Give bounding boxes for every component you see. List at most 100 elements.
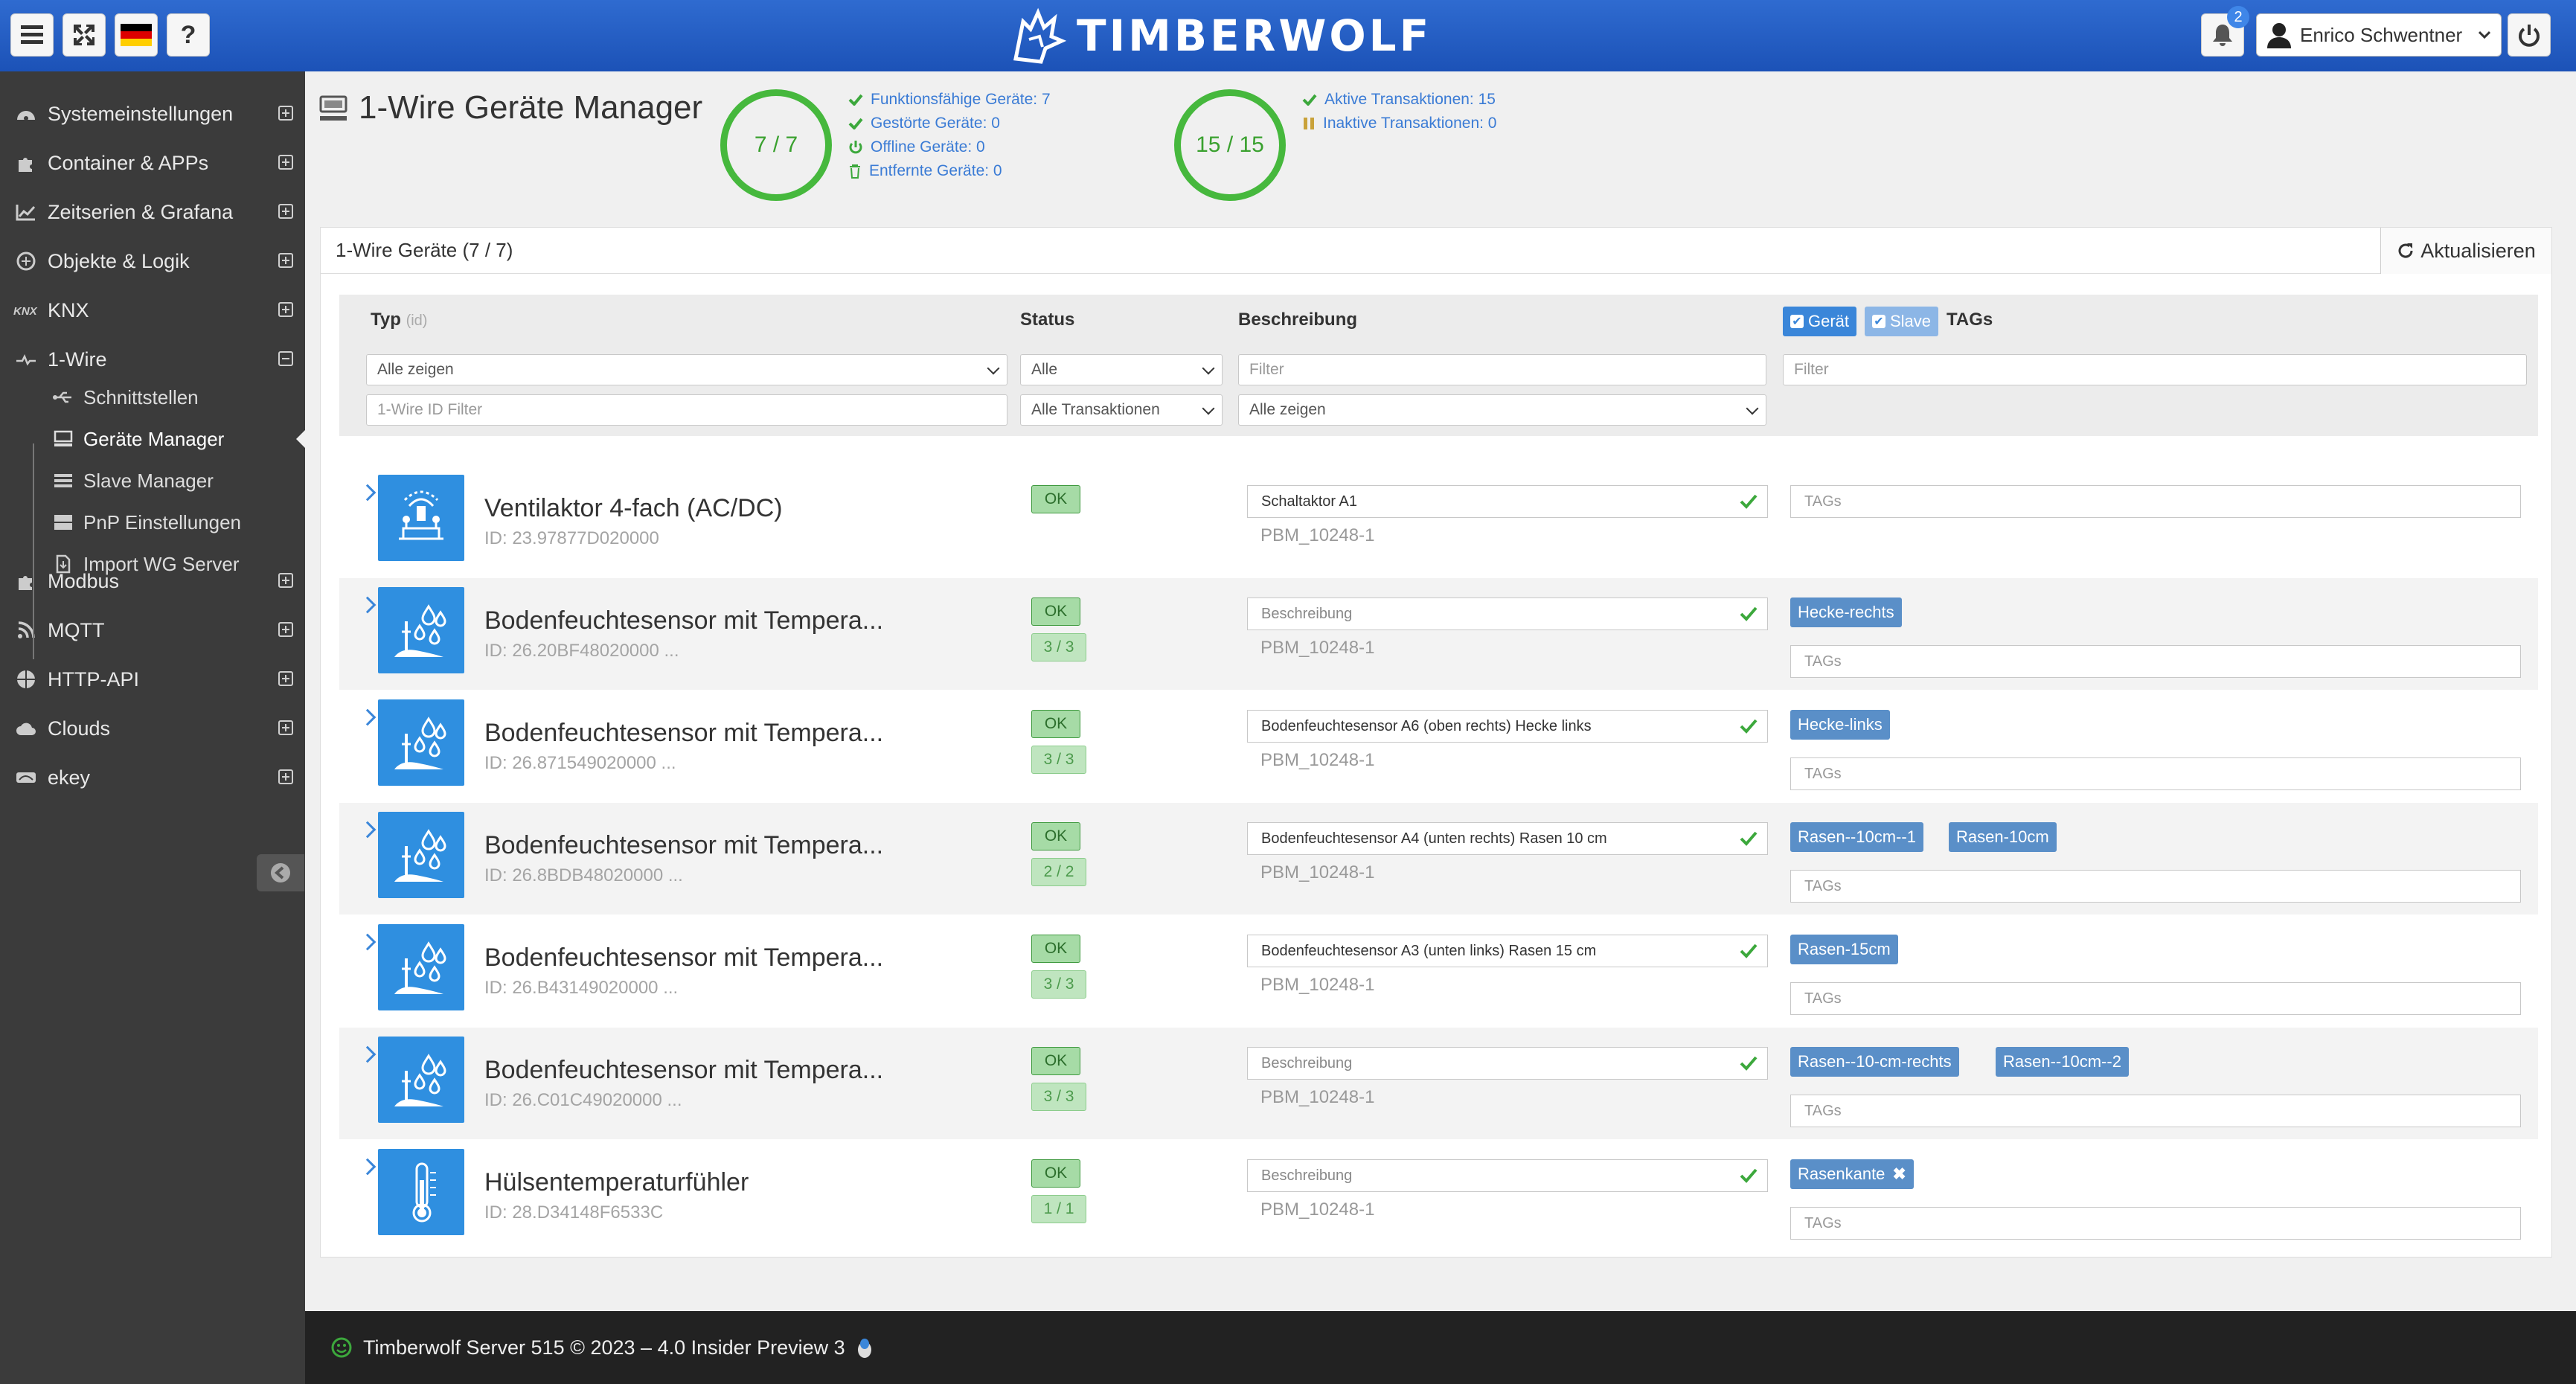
sidebar-item-label: Clouds <box>48 717 111 740</box>
user-icon <box>2267 23 2291 48</box>
desc-select[interactable]: Alle zeigen <box>1238 394 1766 426</box>
active-indicator <box>296 430 305 448</box>
soil-moisture-icon <box>378 587 464 673</box>
sidebar-item-http-api[interactable]: HTTP-API <box>0 655 305 704</box>
expand-row-icon[interactable] <box>359 821 377 839</box>
description-input[interactable]: Bodenfeuchtesensor A3 (unten links) Rase… <box>1247 935 1768 967</box>
slave-checkbox[interactable]: ✔ Slave <box>1865 307 1939 336</box>
tags-input[interactable]: TAGs <box>1790 757 2521 790</box>
check-icon <box>1740 1056 1758 1071</box>
user-select[interactable]: Enrico Schwentner <box>2256 13 2502 57</box>
device-name: Bodenfeuchtesensor mit Tempera... <box>484 606 884 635</box>
expand-row-icon[interactable] <box>359 708 377 726</box>
sidebar-item-container-apps[interactable]: Container & APPs <box>0 138 305 188</box>
faulty-devices-icon <box>848 118 863 129</box>
sidebar-item-zeitserien-grafana[interactable]: Zeitserien & Grafana <box>0 188 305 237</box>
sidebar-item-objekte-logik[interactable]: Objekte & Logik <box>0 237 305 286</box>
soil-moisture-icon <box>378 699 464 786</box>
tag-badge[interactable]: Rasenkante ✖ <box>1790 1159 1914 1189</box>
transaction-stat: Aktive Transaktionen: 15 <box>1302 91 1496 109</box>
slave-label: PBM_10248-1 <box>1260 638 1375 658</box>
status-select[interactable]: Alle <box>1020 354 1223 385</box>
table-row: Bodenfeuchtesensor mit Tempera... ID: 26… <box>339 915 2538 1027</box>
expand-icon <box>278 720 293 735</box>
sidebar-item-knx[interactable]: KNX KNX <box>0 286 305 335</box>
check-icon <box>1740 494 1758 509</box>
svg-text:KNX: KNX <box>13 305 38 318</box>
tags-filter-input[interactable]: Filter <box>1783 354 2527 385</box>
status-badge: OK <box>1031 822 1080 850</box>
puzzle-icon <box>13 153 39 173</box>
tag-badge[interactable]: Rasen-10cm <box>1949 822 2057 852</box>
help-button[interactable]: ? <box>167 13 210 57</box>
table-row: Bodenfeuchtesensor mit Tempera... ID: 26… <box>339 1028 2538 1139</box>
check-icon <box>1740 1168 1758 1183</box>
menu-button[interactable] <box>10 13 54 57</box>
expand-row-icon[interactable] <box>359 484 377 502</box>
check-icon <box>1740 831 1758 846</box>
description-input[interactable]: Bodenfeuchtesensor A4 (unten rechts) Ras… <box>1247 822 1768 855</box>
knx-icon: KNX <box>13 303 39 318</box>
expand-row-icon[interactable] <box>359 933 377 951</box>
linux-icon <box>857 1339 871 1358</box>
collapse-sidebar-button[interactable] <box>257 854 304 891</box>
usb-icon <box>52 390 74 405</box>
status-badge: OK <box>1031 485 1080 513</box>
device-checkbox[interactable]: ✔ Gerät <box>1783 307 1857 336</box>
tag-badge[interactable]: Rasen--10-cm-rechts <box>1790 1047 1959 1077</box>
logout-button[interactable] <box>2508 13 2551 57</box>
device-stat: Entfernte Geräte: 0 <box>848 162 1002 180</box>
refresh-button[interactable]: Aktualisieren <box>2380 228 2551 274</box>
sidebar-item-ekey[interactable]: ekey <box>0 753 305 802</box>
footer-text: Timberwolf Server 515 © 2023 – 4.0 Insid… <box>363 1336 845 1359</box>
sidebar-item-clouds[interactable]: Clouds <box>0 704 305 753</box>
tags-input[interactable]: TAGs <box>1790 485 2521 518</box>
expand-row-icon[interactable] <box>359 1045 377 1063</box>
language-button[interactable] <box>115 13 158 57</box>
desc-filter-input[interactable]: Filter <box>1238 354 1766 385</box>
panel-title: 1-Wire Geräte (7 / 7) <box>336 239 513 261</box>
remove-tag-icon[interactable]: ✖ <box>1892 1164 1906 1184</box>
tag-badge[interactable]: Hecke-links <box>1790 710 1890 740</box>
tag-badge[interactable]: Hecke-rechts <box>1790 598 1902 627</box>
tags-input[interactable]: TAGs <box>1790 870 2521 903</box>
expand-row-icon[interactable] <box>359 1158 377 1176</box>
arrow-left-circle-icon <box>271 863 290 882</box>
sidebar-subitem-import-wg-server[interactable]: Import WG Server <box>0 543 305 585</box>
sidebar-item-systemeinstellungen[interactable]: Systemeinstellungen <box>0 89 305 138</box>
table-row: Ventilaktor 4-fach (AC/DC) ID: 23.97877D… <box>339 466 2538 577</box>
expand-icon <box>74 25 94 45</box>
expand-icon <box>278 622 293 637</box>
tags-input[interactable]: TAGs <box>1790 645 2521 678</box>
tag-badge[interactable]: Rasen--10cm--2 <box>1996 1047 2129 1077</box>
sidebar-subitem-ger-te-manager[interactable]: Geräte Manager <box>0 418 305 460</box>
expand-row-icon[interactable] <box>359 596 377 614</box>
tags-input[interactable]: TAGs <box>1790 982 2521 1015</box>
tag-badge[interactable]: Rasen--10cm--1 <box>1790 822 1923 852</box>
tags-input[interactable]: TAGs <box>1790 1095 2521 1127</box>
sidebar-subitem-slave-manager[interactable]: Slave Manager <box>0 460 305 502</box>
bell-icon <box>2213 25 2232 46</box>
panel-header: 1-Wire Geräte (7 / 7) <box>321 228 2551 274</box>
devices-icon <box>52 430 74 448</box>
sidebar-subitem-pnp-einstellungen[interactable]: PnP Einstellungen <box>0 502 305 543</box>
sidebar-subitem-schnittstellen[interactable]: Schnittstellen <box>0 377 305 418</box>
sidebar-item-label: Objekte & Logik <box>48 249 190 272</box>
filter-bar: Typ (id) Status Beschreibung ✔ Gerät ✔ Sla… <box>339 295 2538 436</box>
id-filter-input[interactable]: 1-Wire ID Filter <box>366 394 1007 426</box>
type-select[interactable]: Alle zeigen <box>366 354 1007 385</box>
dashboard-icon <box>13 105 39 123</box>
description-input[interactable]: Beschreibung <box>1247 598 1768 630</box>
sidebar: Systemeinstellungen Container & APPs Zei… <box>0 71 305 1384</box>
question-icon: ? <box>180 20 196 49</box>
tag-badge[interactable]: Rasen-15cm <box>1790 935 1898 964</box>
description-input[interactable]: Beschreibung <box>1247 1047 1768 1080</box>
description-input[interactable]: Bodenfeuchtesensor A6 (oben rechts) Heck… <box>1247 710 1768 743</box>
description-input[interactable]: Schaltaktor A1 <box>1247 485 1768 518</box>
sidebar-item-mqtt[interactable]: MQTT <box>0 606 305 655</box>
german-flag-icon <box>121 24 152 46</box>
fullscreen-button[interactable] <box>63 13 106 57</box>
tags-input[interactable]: TAGs <box>1790 1207 2521 1240</box>
description-input[interactable]: Beschreibung <box>1247 1159 1768 1192</box>
transactions-select[interactable]: Alle Transaktionen <box>1020 394 1223 426</box>
